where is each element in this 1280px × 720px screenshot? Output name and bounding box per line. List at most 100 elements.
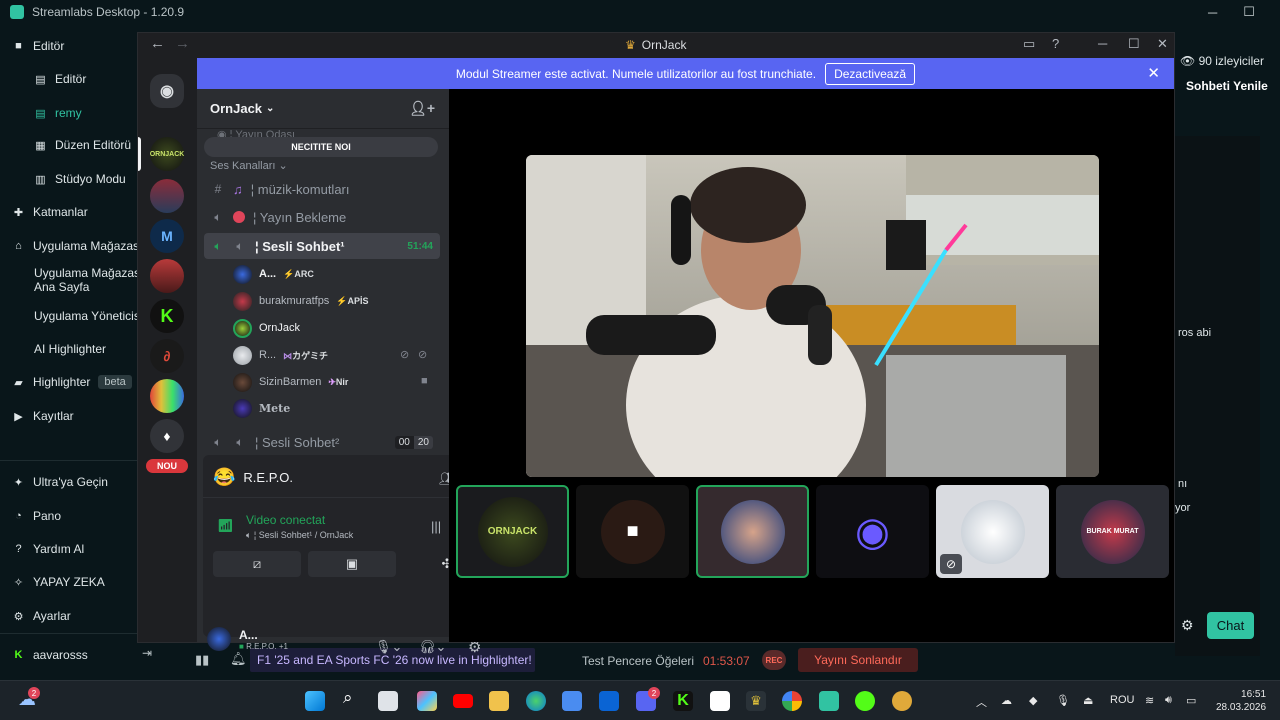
voice-user[interactable]: SizinBarmen ✈Nir [233,370,348,394]
dropbox-icon[interactable]: ◆ [1029,694,1037,707]
participant-tile-camera[interactable]: ■ [576,485,689,578]
participant-tile-burakmurat[interactable]: BURAK MURAT [1056,485,1169,578]
chat-button[interactable]: Chat [1207,612,1254,639]
sidebar-item-ultra[interactable]: ✦ Ultra'ya Geçin [12,475,108,489]
battery-icon[interactable]: ▭ [1186,694,1196,707]
sidebar-item-app-manager[interactable]: Uygulama Yöneticisi [34,309,143,323]
channel-voice-chat-1[interactable]: 🔈︎ 🔈︎ ¦ Sesli Sohbet¹ 51:44 [204,233,440,259]
task-view-icon[interactable] [378,691,398,711]
sidebar-item-layers[interactable]: ✚ Katmanlar [12,205,88,219]
wifi-icon[interactable]: ≋ [1145,694,1154,707]
channel-music-commands[interactable]: # ♫ ¦ müzik-komutları [204,176,440,202]
close-icon[interactable]: ✕ [1157,36,1168,52]
stats-icon[interactable]: ▮▮ [195,652,209,668]
microphone-icon[interactable]: 🎙︎ [1056,694,1070,707]
sidebar-item-app-store-home[interactable]: Uygulama Mağazası Ana Sayfa [34,266,144,294]
server-icon-2[interactable] [150,179,184,213]
back-arrow-icon[interactable]: ← [150,35,165,52]
clock[interactable]: 16:51 28.03.2026 [1216,688,1266,714]
app-icon-green[interactable] [855,691,875,711]
copilot-icon[interactable] [417,691,437,711]
search-icon[interactable]: ⌕ [343,688,363,708]
help-icon[interactable]: ? [1052,36,1059,51]
new-messages-bar[interactable]: NECITITE NOI [204,137,438,157]
headphones-icon[interactable]: 🎧︎⌄ [419,639,446,655]
maximize-icon[interactable]: ☐ [1243,4,1255,20]
channel-voice-chat-2[interactable]: 🔈︎ 🔈︎ ¦ Sesli Sohbet² 00 20 [204,429,440,455]
server-icon-6[interactable]: ∂ [150,339,184,373]
sidebar-item-ai[interactable]: ✧ YAPAY ZEKA [12,575,105,589]
sidebar-item-dashboard[interactable]: ◔ Pano [12,509,61,523]
discord-home-icon[interactable]: ◉ [150,74,184,108]
notification-bell-icon[interactable]: 🔔︎ [230,651,247,667]
usb-icon[interactable]: ⏏ [1083,694,1093,707]
invite-user-icon[interactable]: 👤︎+ [409,100,435,117]
participant-tile-snow[interactable]: ⊘ [936,485,1049,578]
minimize-icon[interactable]: ─ [1208,5,1217,20]
end-stream-button[interactable]: Yayını Sonlandır [798,648,918,672]
main-video-stream[interactable] [526,155,1099,477]
voice-user[interactable]: R... ⋈カゲミチ [233,343,328,367]
participant-tile-discord[interactable]: ◉ [816,485,929,578]
voice-channel-path[interactable]: 🔈︎ ¦ Sesli Sohbet¹ / OrnJack [246,530,353,541]
store-icon[interactable] [562,691,582,711]
sidebar-item-remy[interactable]: ▤ remy [34,106,81,120]
kick-server-icon[interactable]: K [150,299,184,333]
sidebar-item-editor-sub[interactable]: ▤ Editör [34,72,86,86]
channel-stream-waiting[interactable]: 🔈︎ ¦ Yayın Bekleme [204,204,440,230]
streamlabs-icon[interactable] [819,691,839,711]
server-icon-7[interactable] [150,379,184,413]
game-server-icon[interactable]: ♦ [150,419,184,453]
volume-icon[interactable]: 🔊︎ [1165,694,1172,707]
banner-close-icon[interactable]: ✕ [1147,64,1160,82]
sidebar-item-ai-highlighter[interactable]: AI Highlighter [34,342,106,356]
file-explorer-icon[interactable] [489,691,509,711]
youtube-icon[interactable] [453,694,473,708]
chat-settings-icon[interactable]: ⚙ [1181,617,1194,634]
voice-user[interactable]: OrnJack [233,316,300,340]
new-badge[interactable]: NOU [144,457,190,475]
user-panel[interactable]: A... ■ R.E.P.O. +1 [207,627,288,651]
test-widgets-button[interactable]: Test Pencere Öğeleri [582,654,694,668]
sidebar-item-studio-mode[interactable]: ▥ Stüdyo Modu [34,172,125,186]
refresh-chat-link[interactable]: Sohbeti Yenile [1186,79,1268,93]
voice-user[interactable]: Mete [233,396,290,420]
trophy-app-icon[interactable]: ♛ [746,691,766,711]
server-ornjack[interactable]: ORNJACK [150,137,184,171]
kick-icon[interactable]: K [673,691,693,711]
forward-arrow-icon[interactable]: → [175,35,190,52]
inbox-icon[interactable]: ▭ [1023,36,1035,52]
voice-status[interactable]: Video conectat [246,513,325,527]
voice-user[interactable]: burakmuratfps ⚡APİS [233,289,369,313]
server-icon-4[interactable] [150,259,184,293]
app-icon-yellow[interactable] [892,691,912,711]
participant-tile-wolf[interactable] [696,485,809,578]
sidebar-item-app-store[interactable]: ⌂ Uygulama Mağazası [12,239,142,253]
voice-user[interactable]: A... ⚡ARC [233,262,314,286]
server-header[interactable]: OrnJack ⌄ 👤︎+ [197,89,449,129]
keyboard-language[interactable]: ROU [1110,694,1134,706]
game-app-icon[interactable] [710,691,730,711]
minimize-icon[interactable]: ─ [1098,36,1107,51]
record-button[interactable]: REC [762,650,786,670]
category-voice-channels[interactable]: Ses Kanalları ⌄ [210,159,288,172]
sidebar-item-account[interactable]: Kaavarosss [12,648,88,662]
maximize-icon[interactable]: ☐ [1128,36,1140,52]
sidebar-item-recordings[interactable]: ▶ Kayıtlar [12,409,73,423]
outlook-icon[interactable] [599,691,619,711]
tray-overflow-icon[interactable]: ︿ [976,694,987,710]
onedrive-icon[interactable]: ☁ [1001,694,1012,707]
screen-share-button[interactable]: ▣ [308,551,396,577]
sidebar-item-editor[interactable]: ■ Editör [12,39,64,53]
sidebar-item-settings[interactable]: ⚙ Ayarlar [12,609,71,623]
collapse-sidebar-icon[interactable]: ⇥ [142,646,152,660]
disable-streamer-mode-button[interactable]: Dezactivează [825,62,916,85]
server-icon-3[interactable]: M [150,219,184,253]
noise-suppression-icon[interactable]: ||| [431,519,441,534]
camera-off-button[interactable]: ⧄ [213,551,301,577]
activity-row[interactable]: 😂 R.E.P.O. [213,467,293,488]
chrome-icon[interactable] [782,691,802,711]
microphone-icon[interactable]: 🎙︎⌄ [375,639,402,655]
sidebar-item-layout-editor[interactable]: ▦ Düzen Editörü [34,138,131,152]
sidebar-item-highlighter[interactable]: ▰ Highlighter beta [12,375,132,389]
